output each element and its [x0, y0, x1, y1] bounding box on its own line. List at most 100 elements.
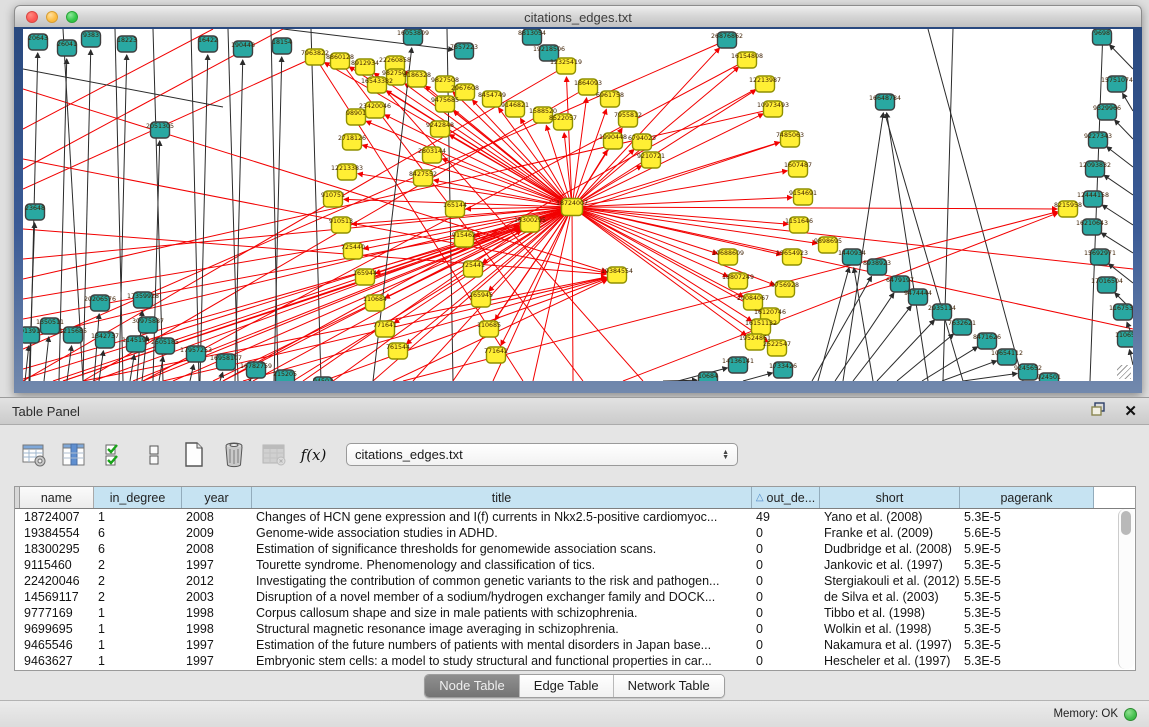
graph-node[interactable]: 725440: [341, 243, 365, 259]
graph-node[interactable]: 9474444: [904, 289, 932, 305]
close-window-button[interactable]: [26, 11, 38, 23]
graph-node[interactable]: 7857223: [450, 43, 478, 59]
graph-node[interactable]: 1167532: [1109, 304, 1133, 320]
graph-node[interactable]: 17359928: [127, 292, 159, 308]
graph-node[interactable]: 17016504: [1091, 277, 1123, 293]
graph-node[interactable]: 1151646: [785, 217, 813, 233]
graph-node[interactable]: 110685: [477, 321, 501, 337]
column-header-title[interactable]: title: [252, 487, 752, 508]
new-table-icon[interactable]: [180, 441, 207, 468]
graph-node[interactable]: 1342737: [91, 332, 119, 348]
column-header-name[interactable]: name: [20, 487, 94, 508]
graph-node[interactable]: 8427552: [409, 170, 437, 186]
graph-node[interactable]: 110684: [363, 295, 387, 311]
graph-node[interactable]: 18154: [272, 38, 292, 54]
graph-node[interactable]: 2935114: [928, 304, 956, 320]
graph-node[interactable]: 26876862: [711, 32, 743, 48]
graph-node[interactable]: 16151132: [745, 319, 777, 335]
table-settings-icon[interactable]: [20, 441, 47, 468]
graph-node[interactable]: 1990448: [599, 133, 627, 149]
network-canvas[interactable]: 20643 26041 9383 18223 16422 190448 18154 16053…: [23, 29, 1133, 381]
graph-node[interactable]: 9242848: [426, 121, 454, 137]
graph-node[interactable]: 20206576: [84, 295, 116, 311]
graph-node[interactable]: 165944: [353, 269, 377, 285]
graph-node[interactable]: 7632621: [948, 319, 976, 335]
tab-network-table[interactable]: Network Table: [614, 675, 724, 697]
graph-node[interactable]: 1145194: [122, 336, 150, 352]
graph-node[interactable]: 9383: [82, 31, 101, 47]
zoom-window-button[interactable]: [66, 11, 78, 23]
graph-node[interactable]: 98901: [346, 109, 366, 125]
graph-node[interactable]: 1733426: [769, 362, 797, 378]
graph-node[interactable]: 771641: [373, 321, 397, 337]
graph-node[interactable]: 17957253: [180, 346, 212, 362]
table-row[interactable]: 1872400712008Changes of HCN gene express…: [15, 509, 1135, 525]
graph-node[interactable]: 6794023: [628, 134, 656, 150]
graph-node[interactable]: 18807249: [722, 273, 754, 289]
graph-node[interactable]: 18223: [117, 36, 137, 52]
graph-node[interactable]: 9698: [1093, 29, 1112, 45]
table-select-dropdown[interactable]: citations_edges.txt ▲▼: [346, 443, 738, 466]
table-row[interactable]: 2242004622012Investigating the contribut…: [15, 573, 1135, 589]
table-row[interactable]: 1456911722003Disruption of a novel membe…: [15, 589, 1135, 605]
graph-node[interactable]: 9154691: [789, 189, 817, 205]
column-header-short[interactable]: short: [820, 487, 960, 508]
table-vertical-scrollbar[interactable]: [1118, 509, 1134, 669]
graph-node[interactable]: 8215958: [1054, 201, 1082, 217]
graph-node[interactable]: 8813054: [518, 29, 546, 45]
minimize-window-button[interactable]: [46, 11, 58, 23]
float-panel-icon[interactable]: [1091, 402, 1106, 421]
table-row[interactable]: 977716911998Corpus callosum shape and si…: [15, 605, 1135, 621]
graph-node[interactable]: 12213383: [331, 164, 363, 180]
graph-node[interactable]: 924501: [1037, 373, 1061, 381]
column-header-in_degree[interactable]: in_degree: [94, 487, 182, 508]
graph-node[interactable]: 8471626: [973, 333, 1001, 349]
graph-node[interactable]: 190448: [231, 41, 255, 57]
tab-node-table[interactable]: Node Table: [425, 675, 520, 697]
table-row[interactable]: 946362711997Embryonic stem cells: a mode…: [15, 653, 1135, 669]
graph-node[interactable]: 26041: [57, 40, 77, 56]
graph-node[interactable]: 9146821: [501, 101, 529, 117]
graph-node[interactable]: 9210721: [637, 152, 665, 168]
graph-node[interactable]: 7485063: [776, 131, 804, 147]
graph-node[interactable]: 14136141: [722, 357, 754, 373]
graph-node[interactable]: 1215685: [59, 327, 87, 343]
graph-node[interactable]: 6961758: [596, 91, 624, 107]
graph-node[interactable]: 2522547: [763, 340, 791, 356]
tab-edge-table[interactable]: Edge Table: [520, 675, 614, 697]
graph-node[interactable]: 910513: [329, 217, 353, 233]
table-row[interactable]: 911546021997Tourette syndrome. Phenomeno…: [15, 557, 1135, 573]
resize-grip[interactable]: [1117, 365, 1131, 379]
graph-node[interactable]: 15692971: [1084, 249, 1116, 265]
graph-node[interactable]: 110653: [1115, 331, 1133, 347]
graph-node[interactable]: 1440934: [838, 249, 866, 265]
delete-table-icon[interactable]: [220, 441, 247, 468]
graph-node[interactable]: 20643: [28, 34, 48, 50]
graph-node[interactable]: 9475685: [431, 96, 459, 112]
table-row[interactable]: 969969511998Structural magnetic resonanc…: [15, 621, 1135, 637]
table-row[interactable]: 946554611997Estimation of the future num…: [15, 637, 1135, 653]
graph-node[interactable]: 94501: [313, 377, 333, 381]
graph-node[interactable]: 16422: [198, 36, 218, 52]
graph-node[interactable]: 7963822: [301, 49, 329, 65]
graph-node[interactable]: 8938923: [863, 259, 891, 275]
graph-node[interactable]: 16648784: [869, 94, 901, 110]
graph-node[interactable]: 771642: [484, 347, 508, 363]
window-titlebar[interactable]: citations_edges.txt: [14, 5, 1142, 29]
graph-node[interactable]: 8186328: [403, 71, 431, 87]
graph-node[interactable]: 165945: [469, 291, 493, 307]
graph-node[interactable]: 16053809: [397, 29, 429, 45]
graph-node[interactable]: 725441: [461, 261, 485, 277]
graph-node[interactable]: 2505185: [151, 338, 179, 354]
stacked-rows-icon[interactable]: [140, 441, 167, 468]
graph-node[interactable]: 16210643: [1076, 219, 1108, 235]
column-header-year[interactable]: year: [182, 487, 252, 508]
close-panel-icon[interactable]: ✕: [1124, 404, 1137, 419]
select-columns-icon[interactable]: [100, 441, 127, 468]
graph-node[interactable]: 8522057: [549, 114, 577, 130]
graph-node[interactable]: 2718126: [338, 134, 366, 150]
graph-node[interactable]: 8860128: [326, 53, 354, 69]
graph-node[interactable]: 10684: [698, 372, 718, 381]
citation-network-graph[interactable]: 20643 26041 9383 18223 16422 190448 18154 16053…: [23, 29, 1133, 381]
graph-node[interactable]: 915462: [452, 231, 476, 247]
